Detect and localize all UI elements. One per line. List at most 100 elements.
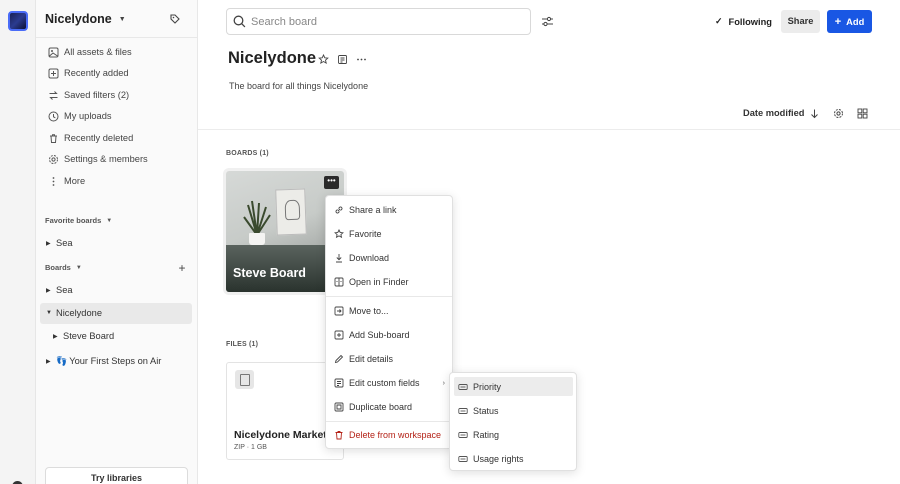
pencil-icon bbox=[334, 354, 344, 364]
star-icon[interactable] bbox=[318, 54, 329, 65]
more-horizontal-icon[interactable] bbox=[356, 54, 367, 65]
submenu-item-label: Usage rights bbox=[473, 453, 524, 464]
nav-my-uploads[interactable]: My uploads bbox=[48, 106, 193, 126]
nav-settings-members[interactable]: Settings & members bbox=[48, 149, 193, 169]
kebab-icon bbox=[52, 176, 55, 186]
menu-item-add-sub-board[interactable]: Add Sub-board bbox=[326, 324, 454, 346]
download-icon bbox=[336, 254, 342, 263]
search-bar[interactable] bbox=[226, 8, 531, 35]
search-input[interactable] bbox=[251, 15, 511, 28]
following-toggle[interactable]: ✓ Following bbox=[715, 15, 772, 28]
menu-item-edit-custom-fields[interactable]: Edit custom fields › bbox=[326, 372, 454, 394]
try-libraries-button[interactable]: Try libraries bbox=[45, 467, 188, 484]
menu-item-open-in-finder[interactable]: Open in Finder bbox=[326, 271, 454, 293]
board-tree-item[interactable]: ▶ Sea bbox=[46, 280, 73, 300]
submenu-item-usage-rights[interactable]: Usage rights bbox=[454, 449, 573, 468]
menu-divider bbox=[326, 296, 452, 297]
menu-item-favorite[interactable]: Favorite bbox=[326, 223, 454, 245]
nav-label: My uploads bbox=[64, 111, 112, 121]
nav-label: Recently added bbox=[64, 68, 129, 78]
finder-icon bbox=[334, 277, 344, 287]
menu-item-share-link[interactable]: Share a link bbox=[326, 199, 454, 221]
files-section-heading: FILES (1) bbox=[226, 341, 259, 348]
add-button[interactable]: + Add bbox=[827, 10, 872, 33]
caret-down-icon: ▼ bbox=[75, 264, 82, 271]
workspace-rail bbox=[0, 0, 36, 484]
caret-right-icon[interactable]: ▶ bbox=[46, 287, 56, 294]
clock-icon bbox=[48, 111, 59, 121]
filter-sliders-icon[interactable] bbox=[541, 15, 554, 28]
trash-icon bbox=[335, 431, 343, 440]
tree-label: Sea bbox=[56, 285, 73, 295]
menu-item-label: Edit details bbox=[349, 354, 394, 364]
nav-label: Saved filters (2) bbox=[64, 90, 130, 100]
thumbnail-pot bbox=[249, 233, 265, 245]
duplicate-icon bbox=[334, 402, 344, 412]
favorite-boards-header[interactable]: Favorite boards ▼ bbox=[45, 216, 112, 225]
nav-label: Settings & members bbox=[64, 154, 148, 164]
tag-icon[interactable] bbox=[169, 13, 181, 25]
board-tree-item[interactable]: ▶ Steve Board bbox=[53, 326, 114, 346]
share-button[interactable]: Share bbox=[781, 10, 820, 33]
move-icon bbox=[334, 306, 344, 316]
chevron-right-icon: › bbox=[442, 379, 445, 387]
menu-divider bbox=[326, 421, 452, 422]
caret-right-icon[interactable]: ▶ bbox=[53, 333, 63, 340]
nav-more[interactable]: More bbox=[48, 171, 193, 191]
board-tree-item-selected[interactable]: ▼ Nicelydone bbox=[46, 303, 102, 323]
sort-dropdown[interactable]: Date modified bbox=[743, 108, 804, 118]
file-meta: ZIP · 1 GB bbox=[234, 444, 267, 451]
field-icon bbox=[458, 431, 468, 438]
menu-item-label: Download bbox=[349, 253, 390, 263]
nav-saved-filters[interactable]: Saved filters (2) bbox=[48, 85, 193, 105]
boards-header[interactable]: Boards ▼ bbox=[45, 263, 82, 272]
notes-icon[interactable] bbox=[337, 54, 348, 65]
assets-icon bbox=[48, 47, 59, 57]
menu-item-move-to[interactable]: Move to... bbox=[326, 300, 454, 322]
star-icon bbox=[334, 229, 344, 239]
gear-icon[interactable] bbox=[833, 108, 844, 119]
add-board-button[interactable]: + bbox=[176, 262, 188, 274]
caret-down-icon[interactable]: ▼ bbox=[46, 310, 56, 316]
menu-item-delete[interactable]: Delete from workspace bbox=[326, 424, 454, 446]
nav-label: Recently deleted bbox=[64, 133, 134, 143]
zip-file-icon bbox=[235, 370, 254, 389]
nav-all-assets[interactable]: All assets & files bbox=[48, 42, 193, 62]
workspace-logo[interactable] bbox=[8, 11, 28, 31]
field-icon bbox=[458, 455, 468, 462]
sub-board-icon bbox=[334, 330, 344, 340]
nav-recently-added[interactable]: Recently added bbox=[48, 63, 193, 83]
nav-label: More bbox=[64, 176, 86, 186]
grid-view-icon[interactable] bbox=[857, 108, 868, 119]
plus-square-icon bbox=[48, 68, 59, 78]
nav-label: All assets & files bbox=[64, 47, 132, 57]
menu-item-label: Add Sub-board bbox=[349, 330, 410, 340]
arrow-down-icon[interactable] bbox=[809, 108, 820, 119]
workspace-switcher[interactable]: Nicelydone ▼ bbox=[45, 8, 190, 30]
submenu-item-status[interactable]: Status bbox=[454, 401, 573, 420]
submenu-item-rating[interactable]: Rating bbox=[454, 425, 573, 444]
menu-item-label: Share a link bbox=[349, 205, 397, 215]
board-tree-item[interactable]: ▶ 👣 Your First Steps on Air bbox=[46, 351, 161, 371]
board-description: The board for all things Nicelydone bbox=[229, 81, 369, 91]
field-icon bbox=[458, 407, 468, 414]
more-horizontal-icon[interactable]: ••• bbox=[324, 176, 339, 189]
menu-item-duplicate-board[interactable]: Duplicate board bbox=[326, 396, 454, 418]
custom-fields-submenu: Priority Status Rating Usage rights bbox=[449, 372, 577, 471]
caret-right-icon[interactable]: ▶ bbox=[46, 240, 56, 247]
submenu-item-priority[interactable]: Priority bbox=[454, 377, 573, 396]
menu-item-edit-details[interactable]: Edit details bbox=[326, 348, 454, 370]
submenu-item-label: Priority bbox=[473, 381, 502, 392]
menu-item-label: Delete from workspace bbox=[349, 430, 442, 440]
trash-icon bbox=[50, 133, 57, 143]
field-icon bbox=[458, 383, 468, 390]
nav-recently-deleted[interactable]: Recently deleted bbox=[48, 128, 193, 148]
caret-right-icon[interactable]: ▶ bbox=[46, 358, 56, 365]
menu-item-download[interactable]: Download bbox=[326, 247, 454, 269]
submenu-item-label: Rating bbox=[473, 429, 500, 440]
page-title: Nicelydone bbox=[228, 49, 317, 67]
section-label: Favorite boards bbox=[45, 216, 102, 225]
custom-fields-icon bbox=[334, 378, 344, 388]
favorite-board-item[interactable]: ▶ Sea bbox=[46, 233, 73, 253]
link-icon bbox=[335, 206, 343, 214]
